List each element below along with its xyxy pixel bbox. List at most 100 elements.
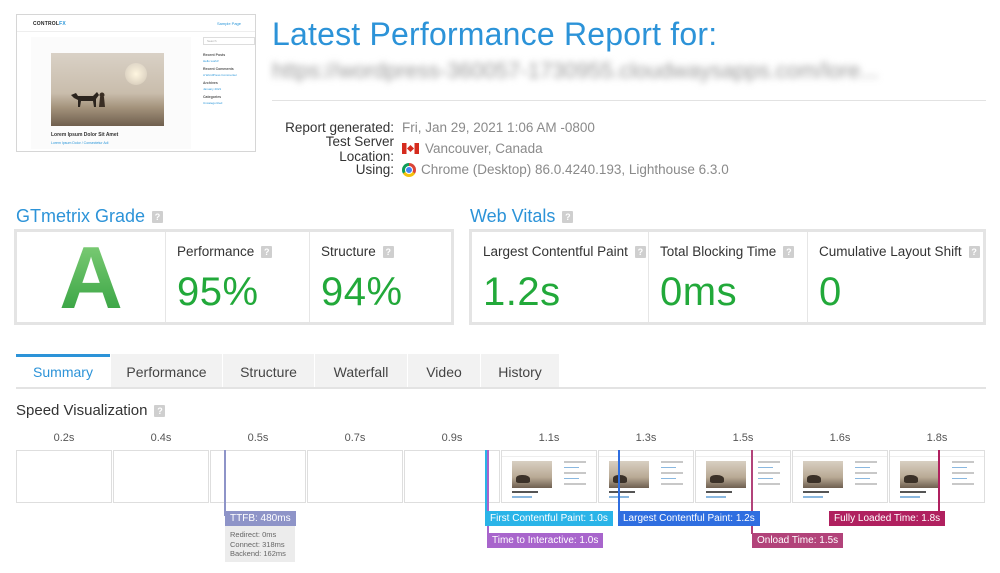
ttfb-connect: Connect: 318ms xyxy=(230,539,285,549)
report-title: Latest Performance Report for: xyxy=(272,16,718,52)
browser-version-text: Chrome (Desktop) 86.0.4240.193, Lighthou… xyxy=(421,162,729,177)
meta-row-server: Test Server Location: Vancouver, Canada xyxy=(272,134,729,164)
filmstrip-time-label: 0.2s xyxy=(53,432,75,444)
grade-letter: A xyxy=(17,232,165,324)
help-icon[interactable]: ? xyxy=(154,404,166,417)
filmstrip-time-label: 1.6s xyxy=(829,432,851,444)
thumb-sidebar-link: A WordPress Commenter xyxy=(203,73,237,77)
thumb-sidebar-heading: Archives xyxy=(203,81,218,85)
help-icon[interactable]: ? xyxy=(968,245,980,258)
filmstrip-time-label: 1.1s xyxy=(538,432,560,444)
tbt-value: 0ms xyxy=(660,270,738,314)
performance-cell: Performance? 95% xyxy=(165,232,309,322)
filmstrip-time-label: 0.5s xyxy=(247,432,269,444)
meta-value-generated: Fri, Jan 29, 2021 1:06 AM -0800 xyxy=(402,120,595,135)
tab-video[interactable]: Video xyxy=(408,354,480,387)
tbt-label: Total Blocking Time? xyxy=(660,244,795,259)
filmstrip-frame[interactable] xyxy=(792,450,888,503)
lcp-label: Largest Contentful Paint? xyxy=(483,244,646,259)
filmstrip-time-label: 1.5s xyxy=(732,432,754,444)
tab-summary[interactable]: Summary xyxy=(16,354,110,387)
cls-cell: Cumulative Layout Shift? 0 xyxy=(807,232,983,322)
structure-label: Structure? xyxy=(321,244,394,259)
performance-value: 95% xyxy=(177,270,259,314)
report-meta: Report generated: Fri, Jan 29, 2021 1:06… xyxy=(272,117,729,180)
tab-performance[interactable]: Performance xyxy=(111,354,222,387)
thumb-post-meta: Lorem Ipsum Dolor / Consectetur Adi xyxy=(51,141,109,145)
ttfb-marker[interactable]: TTFB: 480ms xyxy=(225,511,296,526)
filmstrip-frame[interactable] xyxy=(889,450,985,503)
thumb-sidebar-heading: Recent Posts xyxy=(203,53,226,57)
help-icon[interactable]: ? xyxy=(783,245,795,258)
meta-label: Test Server Location: xyxy=(325,133,394,164)
dog-silhouette-icon xyxy=(71,92,105,107)
gtmetrix-grade-box: A Performance? 95% Structure? 94% xyxy=(14,229,454,325)
thumb-sidebar-link: January 2021 xyxy=(203,87,222,91)
help-icon[interactable]: ? xyxy=(261,245,273,258)
filmstrip-frame[interactable] xyxy=(501,450,597,503)
filmstrip-frame[interactable] xyxy=(598,450,694,503)
lcp-marker[interactable]: Largest Contentful Paint: 1.2s xyxy=(618,511,760,526)
tti-marker[interactable]: Time to Interactive: 1.0s xyxy=(487,533,604,548)
meta-value-server: Vancouver, Canada xyxy=(402,141,543,156)
chrome-logo-icon xyxy=(402,162,416,177)
thumb-top-link: Sample Page xyxy=(216,21,241,26)
filmstrip-time-label: 0.9s xyxy=(441,432,463,444)
ttfb-redirect: Redirect: 0ms xyxy=(230,530,277,539)
thumb-sidebar-heading: Recent Comments xyxy=(203,67,234,71)
cls-label: Cumulative Layout Shift? xyxy=(819,244,980,259)
help-icon[interactable]: ? xyxy=(382,245,394,258)
tab-structure[interactable]: Structure xyxy=(223,354,314,387)
meta-label: Using: xyxy=(355,162,394,177)
thumb-hero-photo xyxy=(51,53,164,126)
grade-letter-cell: A xyxy=(17,232,165,324)
fcp-marker[interactable]: First Contentful Paint: 1.0s xyxy=(485,511,613,526)
filmstrip-time-label: 1.3s xyxy=(635,432,657,444)
ttfb-backend: Backend: 162ms xyxy=(230,549,286,558)
filmstrip-frame[interactable] xyxy=(307,450,403,503)
filmstrip-frame[interactable] xyxy=(695,450,791,503)
thumb-sidebar-heading: Categories xyxy=(203,95,222,99)
structure-value: 94% xyxy=(321,270,403,314)
help-icon[interactable]: ? xyxy=(634,245,646,258)
web-vitals-heading: Web Vitals ? xyxy=(470,206,574,227)
structure-cell: Structure? 94% xyxy=(309,232,451,322)
cls-value: 0 xyxy=(819,270,842,314)
thumb-divider xyxy=(17,31,255,32)
ttfb-marker-line xyxy=(224,450,226,516)
thumb-brand: CONTROLFX xyxy=(33,21,66,27)
lcp-value: 1.2s xyxy=(483,270,561,314)
meta-row-using: Using: Chrome (Desktop) 86.0.4240.193, L… xyxy=(272,159,729,180)
gtmetrix-grade-heading: GTmetrix Grade ? xyxy=(16,206,164,227)
report-url[interactable]: https://wordpress-360057-1730955.cloudwa… xyxy=(272,58,984,84)
help-icon[interactable]: ? xyxy=(152,210,164,223)
thumb-sidebar-link: Uncategorized xyxy=(203,101,223,105)
ttfb-details: Redirect: 0ms Connect: 318ms Backend: 16… xyxy=(225,526,295,562)
fully-loaded-marker[interactable]: Fully Loaded Time: 1.8s xyxy=(829,511,946,526)
web-vitals-title: Web Vitals xyxy=(470,206,556,226)
report-tabs: Summary Performance Structure Waterfall … xyxy=(16,354,986,389)
help-icon[interactable]: ? xyxy=(562,210,574,223)
lcp-cell: Largest Contentful Paint? 1.2s xyxy=(472,232,648,322)
onload-marker[interactable]: Onload Time: 1.5s xyxy=(752,533,844,548)
canada-flag-icon xyxy=(402,143,419,154)
speed-visualization-title: Speed Visualization xyxy=(16,402,148,419)
fully-loaded-marker-line xyxy=(938,450,940,514)
tab-history[interactable]: History xyxy=(481,354,559,387)
speed-visualization-heading: Speed Visualization ? xyxy=(16,402,166,419)
gtmetrix-grade-title: GTmetrix Grade xyxy=(16,206,146,226)
filmstrip-time-label: 1.8s xyxy=(926,432,948,444)
thumb-search: Search xyxy=(203,37,255,45)
tab-waterfall[interactable]: Waterfall xyxy=(315,354,407,387)
web-vitals-box: Largest Contentful Paint? 1.2s Total Blo… xyxy=(469,229,986,325)
performance-label: Performance? xyxy=(177,244,273,259)
page-screenshot-thumbnail[interactable]: CONTROLFX Sample Page Lorem Ipsum Dolor … xyxy=(16,14,256,152)
lcp-marker-line xyxy=(618,450,620,514)
filmstrip-time-label: 0.7s xyxy=(344,432,366,444)
meta-value-using: Chrome (Desktop) 86.0.4240.193, Lighthou… xyxy=(402,162,729,177)
filmstrip-frame[interactable] xyxy=(16,450,112,503)
header-divider xyxy=(272,100,986,101)
server-location-text: Vancouver, Canada xyxy=(425,141,543,156)
filmstrip-frame[interactable] xyxy=(113,450,209,503)
thumb-sidebar-link: Hello world! xyxy=(203,59,219,63)
